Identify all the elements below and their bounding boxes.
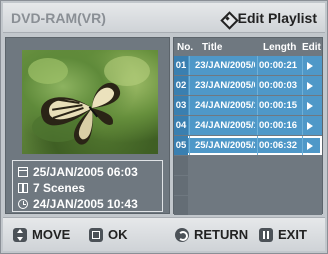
row-number: 01 — [174, 56, 188, 75]
disc-mode-label: DVD-RAM(VR) — [11, 10, 106, 26]
row-title: 23/JAN/2005/0 — [195, 60, 255, 71]
play-arrow-icon[interactable] — [307, 122, 313, 130]
col-edit-header: Edit — [302, 42, 321, 53]
exit-key-icon — [259, 227, 273, 242]
info-date: 25/JAN/2005 06:03 — [33, 165, 138, 179]
row-title: 24/JAN/2005/1 — [195, 100, 255, 111]
row-length: 00:00:03 — [259, 80, 298, 91]
row-title: 24/JAN/2005/1 — [195, 120, 255, 131]
page-title: Edit Playlist — [221, 10, 317, 26]
preview-thumbnail — [22, 50, 158, 154]
up-down-arrows-icon — [13, 227, 27, 242]
play-arrow-icon[interactable] — [307, 142, 313, 150]
play-arrow-icon[interactable] — [307, 82, 313, 90]
row-length: 00:00:15 — [259, 100, 298, 111]
return-arrow-icon — [175, 227, 189, 242]
play-arrow-icon[interactable] — [307, 102, 313, 110]
title-info-box: 25/JAN/2005 06:03 7 Scenes 24/JAN/2005 1… — [12, 160, 163, 212]
row-title: 25/JAN/2005/2 — [195, 140, 255, 151]
empty-row — [174, 176, 322, 195]
row-title: 23/JAN/2005/0 — [195, 80, 255, 91]
playlist-table: No. Title Length Edit 01 23/JAN/2005/0 0… — [173, 37, 323, 216]
info-scenes: 7 Scenes — [33, 181, 86, 195]
col-length-header: Length — [263, 42, 297, 53]
page-title-text: Edit Playlist — [237, 10, 317, 26]
info-date-row: 25/JAN/2005 06:03 — [18, 164, 138, 180]
row-length: 00:00:16 — [259, 120, 298, 131]
info-length: 24/JAN/2005 10:43 — [33, 197, 138, 211]
diamond-icon — [221, 12, 234, 25]
scenes-icon — [18, 183, 28, 193]
footer-bar: MOVE OK RETURN EXIT — [3, 217, 325, 251]
table-row-selected[interactable]: 05 25/JAN/2005/2 00:06:32 — [174, 136, 322, 155]
row-number: 02 — [174, 76, 188, 95]
enter-key-icon — [89, 227, 103, 242]
table-rows: 01 23/JAN/2005/0 00:00:21 02 23/JAN/2005… — [174, 56, 322, 216]
clock-icon — [18, 199, 28, 209]
move-button[interactable]: MOVE — [13, 227, 70, 242]
info-scenes-row: 7 Scenes — [18, 180, 85, 196]
row-number: 05 — [174, 136, 188, 155]
play-arrow-icon[interactable] — [307, 62, 313, 70]
col-title-header: Title — [202, 42, 223, 53]
calendar-icon — [18, 167, 28, 177]
table-row[interactable]: 03 24/JAN/2005/1 00:00:15 — [174, 96, 322, 115]
exit-label: EXIT — [278, 227, 307, 242]
ok-label: OK — [108, 227, 128, 242]
ok-button[interactable]: OK — [89, 227, 128, 242]
empty-row — [174, 156, 322, 175]
move-label: MOVE — [32, 227, 71, 242]
row-length: 00:06:32 — [259, 140, 298, 151]
row-length: 00:00:21 — [259, 60, 298, 71]
info-length-row: 24/JAN/2005 10:43 — [18, 196, 138, 212]
table-row[interactable]: 04 24/JAN/2005/1 00:00:16 — [174, 116, 322, 135]
col-no-header: No. — [177, 42, 194, 53]
row-number: 03 — [174, 96, 188, 115]
table-row[interactable]: 02 23/JAN/2005/0 00:00:03 — [174, 76, 322, 95]
table-header: No. Title Length Edit — [174, 38, 322, 56]
exit-button[interactable]: EXIT — [259, 227, 307, 242]
header-bar: DVD-RAM(VR) Edit Playlist — [3, 3, 325, 33]
butterfly-icon — [41, 82, 121, 145]
empty-row — [174, 196, 322, 215]
table-row[interactable]: 01 23/JAN/2005/0 00:00:21 — [174, 56, 322, 75]
row-number: 04 — [174, 116, 188, 135]
preview-panel: 25/JAN/2005 06:03 7 Scenes 24/JAN/2005 1… — [5, 37, 170, 214]
return-button[interactable]: RETURN — [175, 227, 248, 242]
return-label: RETURN — [194, 227, 249, 242]
dvd-menu-screen: DVD-RAM(VR) Edit Playlist 25/JAN/2005 06… — [0, 0, 328, 254]
